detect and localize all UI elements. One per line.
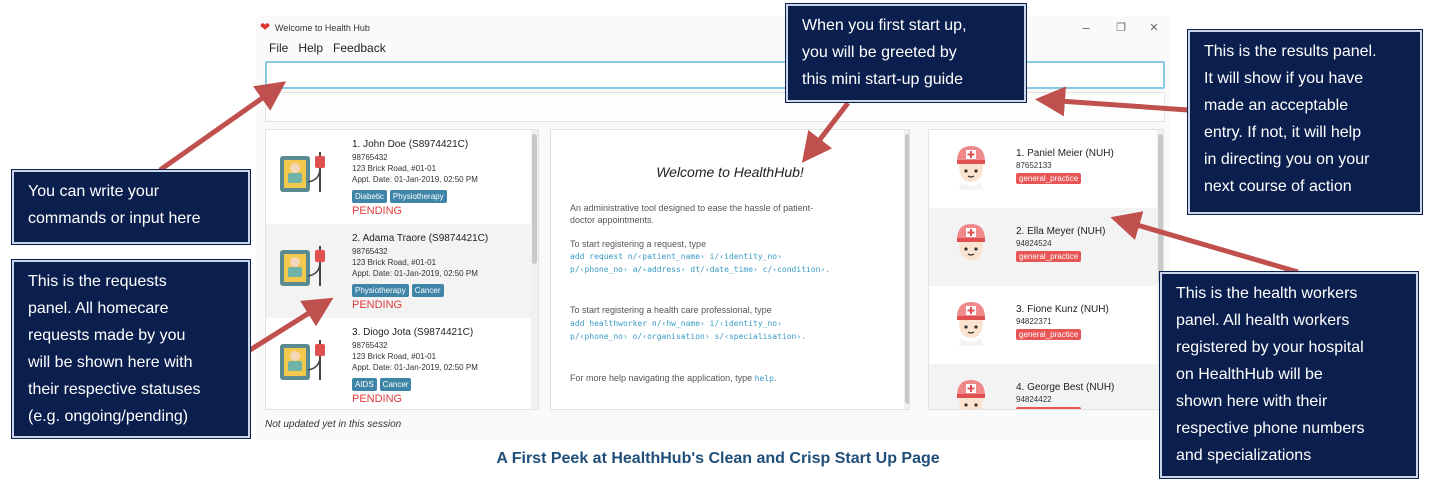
requests-panel[interactable]: 1. John Doe (S8974421C) 98765432 123 Bri… (265, 129, 539, 410)
worker-phone: 87652133 (1016, 161, 1052, 170)
guide-scrollbar[interactable] (904, 130, 909, 409)
appointment-date: Appt. Date: 01-Jan-2019, 02:50 PM (352, 175, 478, 184)
patient-phone: 98765432 (352, 247, 388, 256)
request-status: PENDING (352, 205, 403, 217)
scroll-thumb[interactable] (532, 134, 537, 264)
hw-instruction: To start registering a health care profe… (570, 305, 772, 315)
specialisation-tag: general_practice (1016, 173, 1082, 184)
request-command: add request n/‹patient_name› i/‹identity… (570, 252, 782, 261)
request-status: PENDING (352, 299, 403, 311)
condition-tag: Physiotherapy (389, 190, 447, 203)
scroll-thumb[interactable] (1158, 134, 1163, 284)
welcome-title: Welcome to HealthHub! (656, 164, 804, 180)
condition-tag: Cancer (411, 284, 444, 297)
nurse-avatar-icon (957, 302, 985, 346)
health-worker-card[interactable]: 4. George Best (NUH) 94824422 general_pr… (929, 364, 1157, 409)
status-bar: Not updated yet in this session (265, 419, 402, 430)
worker-name: 1. Paniel Meier (NUH) (1016, 148, 1114, 159)
worker-name: 4. George Best (NUH) (1016, 382, 1115, 393)
patient-bed-icon (280, 246, 325, 286)
minimize-button[interactable]: – (1076, 18, 1096, 38)
menu-feedback[interactable]: Feedback (333, 40, 386, 60)
patient-address: 123 Brick Road, #01-01 (352, 258, 437, 267)
condition-tag: Diabetic (352, 190, 387, 203)
condition-tag: Cancer (379, 378, 412, 391)
patient-name: 3. Diogo Jota (S9874421C) (352, 327, 474, 338)
request-command: p/‹phone_no› a/‹address› dt/‹date_time› … (570, 265, 831, 274)
menu-help[interactable]: Help (298, 40, 323, 60)
help-label: For more help navigating the application… (570, 373, 753, 383)
request-status: PENDING (352, 393, 403, 405)
condition-tag: Physiotherapy (352, 284, 409, 297)
input-callout: You can write your commands or input her… (12, 170, 250, 244)
worker-phone: 94822371 (1016, 317, 1052, 326)
requests-callout: This is the requests panel. All homecare… (12, 260, 250, 438)
app-window: ❤ Welcome to Health Hub – ❐ ✕ File Help … (256, 16, 1170, 440)
startup-callout: When you first start up, you will be gre… (786, 4, 1026, 102)
request-card[interactable]: 1. John Doe (S8974421C) 98765432 123 Bri… (266, 130, 531, 224)
heart-logo-icon: ❤ (260, 20, 271, 34)
specialisation-tag: general_practice (1016, 407, 1082, 409)
specialisation-tag: general_practice (1016, 329, 1082, 340)
specialisation-tag: general_practice (1016, 251, 1082, 262)
patient-address: 123 Brick Road, #01-01 (352, 352, 437, 361)
startup-guide-panel: Welcome to HealthHub! An administrative … (550, 129, 910, 410)
patient-name: 1. John Doe (S8974421C) (352, 139, 469, 150)
appointment-date: Appt. Date: 01-Jan-2019, 02:50 PM (352, 269, 478, 278)
health-worker-card[interactable]: 1. Paniel Meier (NUH) 87652133 general_p… (929, 130, 1157, 208)
request-card[interactable]: 3. Diogo Jota (S9874421C) 98765432 123 B… (266, 318, 531, 409)
result-display (265, 92, 1165, 122)
close-button[interactable]: ✕ (1144, 18, 1164, 38)
hw-command: p/‹phone_no› o/‹organisation› s/‹special… (570, 332, 807, 341)
worker-phone: 94824524 (1016, 239, 1052, 248)
workers-callout: This is the health workers panel. All he… (1160, 272, 1418, 478)
patient-address: 123 Brick Road, #01-01 (352, 164, 437, 173)
patient-bed-icon (280, 340, 325, 380)
nurse-avatar-icon (957, 380, 985, 409)
hw-command: add healthworker n/‹hw_name› i/‹identity… (570, 319, 782, 328)
health-workers-panel[interactable]: 1. Paniel Meier (NUH) 87652133 general_p… (928, 129, 1164, 410)
scroll-thumb[interactable] (905, 134, 909, 404)
request-instruction: To start registering a request, type (570, 239, 707, 249)
condition-tag: AIDS (352, 378, 377, 391)
window-title: Welcome to Health Hub (275, 23, 370, 33)
patient-bed-icon (280, 152, 325, 192)
nurse-avatar-icon (957, 224, 985, 268)
nurse-avatar-icon (957, 146, 985, 190)
worker-phone: 94824422 (1016, 395, 1052, 404)
request-card[interactable]: 2. Adama Traore (S9874421C) 98765432 123… (266, 224, 531, 318)
intro-text: An administrative tool designed to ease … (570, 203, 814, 213)
worker-name: 2. Ella Meyer (NUH) (1016, 226, 1106, 237)
requests-scrollbar[interactable] (531, 130, 538, 409)
health-worker-card[interactable]: 2. Ella Meyer (NUH) 94824524 general_pra… (929, 208, 1157, 286)
health-worker-card[interactable]: 3. Fione Kunz (NUH) 94822371 general_pra… (929, 286, 1157, 364)
menu-file[interactable]: File (269, 40, 288, 60)
appointment-date: Appt. Date: 01-Jan-2019, 02:50 PM (352, 363, 478, 372)
worker-name: 3. Fione Kunz (NUH) (1016, 304, 1109, 315)
title-bar: ❤ Welcome to Health Hub – ❐ ✕ (256, 16, 1170, 40)
command-input[interactable] (265, 61, 1165, 89)
patient-phone: 98765432 (352, 153, 388, 162)
patient-name: 2. Adama Traore (S9874421C) (352, 233, 489, 244)
help-instruction: For more help navigating the application… (570, 373, 777, 383)
maximize-button[interactable]: ❐ (1111, 18, 1131, 38)
results-callout: This is the results panel. It will show … (1188, 30, 1422, 214)
menu-bar: File Help Feedback (256, 40, 1170, 60)
help-command: help (754, 374, 774, 383)
intro-text: doctor appointments. (570, 215, 655, 225)
patient-phone: 98765432 (352, 341, 388, 350)
figure-caption: A First Peek at HealthHub's Clean and Cr… (496, 450, 940, 467)
